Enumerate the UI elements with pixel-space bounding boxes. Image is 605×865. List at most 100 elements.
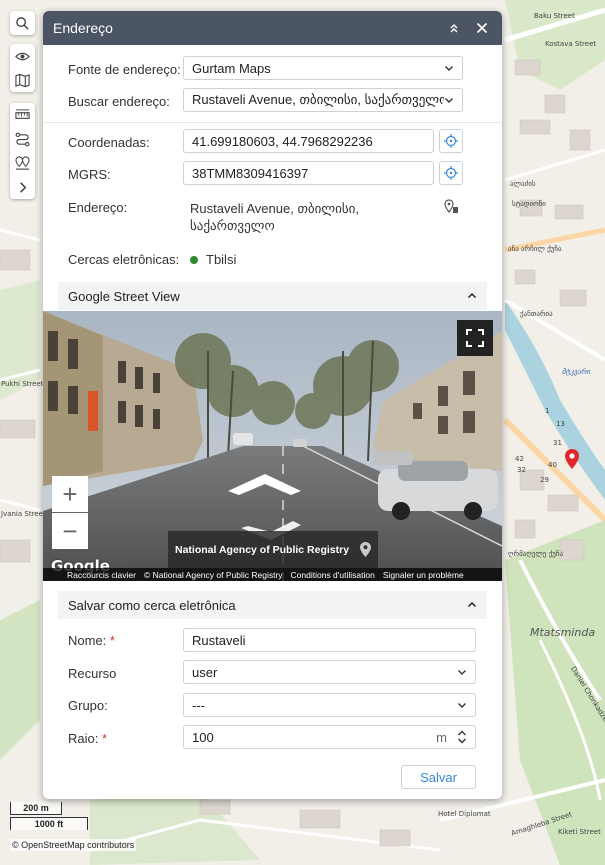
map-house-number: 31 <box>553 439 562 447</box>
photo-provider-card[interactable]: National Agency of Public Registry <box>168 531 378 568</box>
map-icon[interactable] <box>10 68 35 92</box>
address-source-select[interactable]: Gurtam Maps <box>183 56 463 80</box>
location-pin-icon[interactable] <box>565 449 579 472</box>
map-place-label: სტადიონი <box>512 200 546 208</box>
map-house-number: 13 <box>556 420 565 428</box>
locate-mgrs-button[interactable] <box>439 161 463 185</box>
report-problem-link[interactable]: Signaler un problème <box>379 570 468 580</box>
keyboard-shortcuts-link[interactable]: Raccourcis clavier <box>63 570 140 580</box>
collapse-icon[interactable] <box>444 18 464 38</box>
search-address-label: Buscar endereço: <box>68 94 170 109</box>
street-view-footer: Raccourcis clavier © National Agency of … <box>43 568 502 581</box>
divider <box>43 122 502 123</box>
geofence-name: Tbilsi <box>206 252 237 267</box>
street-view-image[interactable]: + − National Agency of Public Registry G… <box>43 311 502 581</box>
scale-metric: 200 m <box>10 802 62 815</box>
resource-select[interactable]: user <box>183 660 476 684</box>
terms-link[interactable]: Conditions d'utilisation <box>287 570 379 580</box>
coordinates-label: Coordenadas: <box>68 135 150 150</box>
provider-location-icon[interactable] <box>352 531 378 568</box>
map-street-label: Kiketi Street <box>558 828 601 836</box>
radius-stepper[interactable]: 100 m <box>183 725 476 749</box>
stepper-arrows-icon[interactable] <box>457 729 467 745</box>
map-street-label: Pukhi Street <box>1 380 44 388</box>
address-label: Endereço: <box>68 200 128 215</box>
map-street-label: Kostava Street <box>545 40 597 48</box>
map-house-number: 40 <box>548 461 557 469</box>
street-view-title: Google Street View <box>68 288 180 304</box>
locate-coordinates-button[interactable] <box>439 129 463 153</box>
save-geofence-section-header[interactable]: Salvar como cerca eletrônica <box>58 591 487 619</box>
chevron-down-icon <box>458 670 466 675</box>
mgrs-label: MGRS: <box>68 167 111 182</box>
radius-unit: m <box>436 729 447 745</box>
map-attribution[interactable]: © OpenStreetMap contributors <box>10 839 137 851</box>
close-icon[interactable] <box>472 18 492 38</box>
map-house-number: 32 <box>517 466 526 474</box>
copyright-text: © National Agency of Public Registry <box>143 569 283 580</box>
expand-icon[interactable] <box>10 175 35 199</box>
save-button[interactable]: Salvar <box>401 765 476 789</box>
required-marker: * <box>101 731 108 746</box>
coordinates-value: 41.699180603, 44.7968292236 <box>192 133 373 149</box>
zoom-in-button[interactable]: + <box>52 476 88 512</box>
add-poi-icon[interactable] <box>443 199 459 218</box>
radius-value: 100 <box>192 729 214 745</box>
resource-value: user <box>192 664 218 680</box>
chevron-up-icon <box>467 601 477 608</box>
mgrs-value: 38TMM8309416397 <box>192 165 309 181</box>
ruler-icon[interactable] <box>10 103 35 127</box>
group-select[interactable]: --- <box>183 693 476 717</box>
address-value: Rustaveli Avenue, თბილისი, საქართველო <box>190 200 420 234</box>
scale-imperial: 1000 ft <box>10 817 88 830</box>
geofence-color-dot <box>190 255 198 264</box>
crosshair-icon <box>444 134 458 148</box>
geofence-icon[interactable] <box>10 151 35 175</box>
coordinates-field[interactable]: 41.699180603, 44.7968292236 <box>183 129 434 153</box>
group-value: --- <box>192 697 205 713</box>
zoom-out-button[interactable]: − <box>52 513 88 549</box>
eye-icon[interactable] <box>10 44 35 68</box>
resource-label: Recurso <box>68 666 117 681</box>
name-label: Nome: * <box>68 633 182 648</box>
fullscreen-icon <box>466 329 484 347</box>
map-place-label: ღრმაღელე ქუჩა <box>508 550 564 558</box>
map-house-number: 42 <box>515 455 524 463</box>
mgrs-field[interactable]: 38TMM8309416397 <box>183 161 434 185</box>
search-icon[interactable] <box>10 11 35 35</box>
chevron-down-icon <box>445 98 453 103</box>
photo-provider-name: National Agency of Public Registry <box>175 543 350 556</box>
toolbar-layers <box>10 44 35 92</box>
save-geofence-title: Salvar como cerca eletrônica <box>68 597 236 613</box>
address-line-2: საქართველო <box>190 218 275 233</box>
fullscreen-button[interactable] <box>457 320 493 356</box>
search-address-select[interactable]: Rustaveli Avenue, თბილისი, საქართველო <box>183 88 463 112</box>
address-line-1: Rustaveli Avenue, თბილისი, <box>190 201 360 216</box>
geofence-item[interactable]: Tbilsi <box>190 252 236 267</box>
toolbar-tools <box>10 103 35 199</box>
radius-label: Raio: * <box>68 731 182 746</box>
route-icon[interactable] <box>10 127 35 151</box>
geofences-label: Cercas eletrônicas: <box>68 252 180 267</box>
map-poi-label: Hotel Diplomat <box>438 810 491 818</box>
map-house-number: 1 <box>545 407 550 415</box>
map-scale: 200 m 1000 ft <box>10 802 88 830</box>
map-place-label: ქანთარია <box>520 310 553 318</box>
name-field[interactable]: Rustaveli <box>183 628 476 652</box>
street-view-section-header[interactable]: Google Street View <box>58 282 487 310</box>
map-district-label: Mtatsminda <box>530 626 596 639</box>
chevron-down-icon <box>458 703 466 708</box>
map-place-label: ალაძის <box>510 180 536 188</box>
name-label-text: Nome: <box>68 633 107 648</box>
map-river-label: მტკვარი <box>562 368 591 376</box>
address-source-label: Fonte de endereço: <box>68 62 181 77</box>
crosshair-icon <box>444 166 458 180</box>
panel-title: Endereço <box>53 20 113 36</box>
toolbar-search <box>10 11 35 35</box>
map-street-label: Jvania Street <box>1 510 46 518</box>
map-street-label: ანა არჩილ ქუჩა <box>508 245 562 253</box>
search-address-value: Rustaveli Avenue, თბილისი, საქართველო <box>192 92 444 107</box>
address-source-value: Gurtam Maps <box>192 60 271 76</box>
chevron-up-icon <box>467 292 477 299</box>
group-label: Grupo: <box>68 698 108 713</box>
